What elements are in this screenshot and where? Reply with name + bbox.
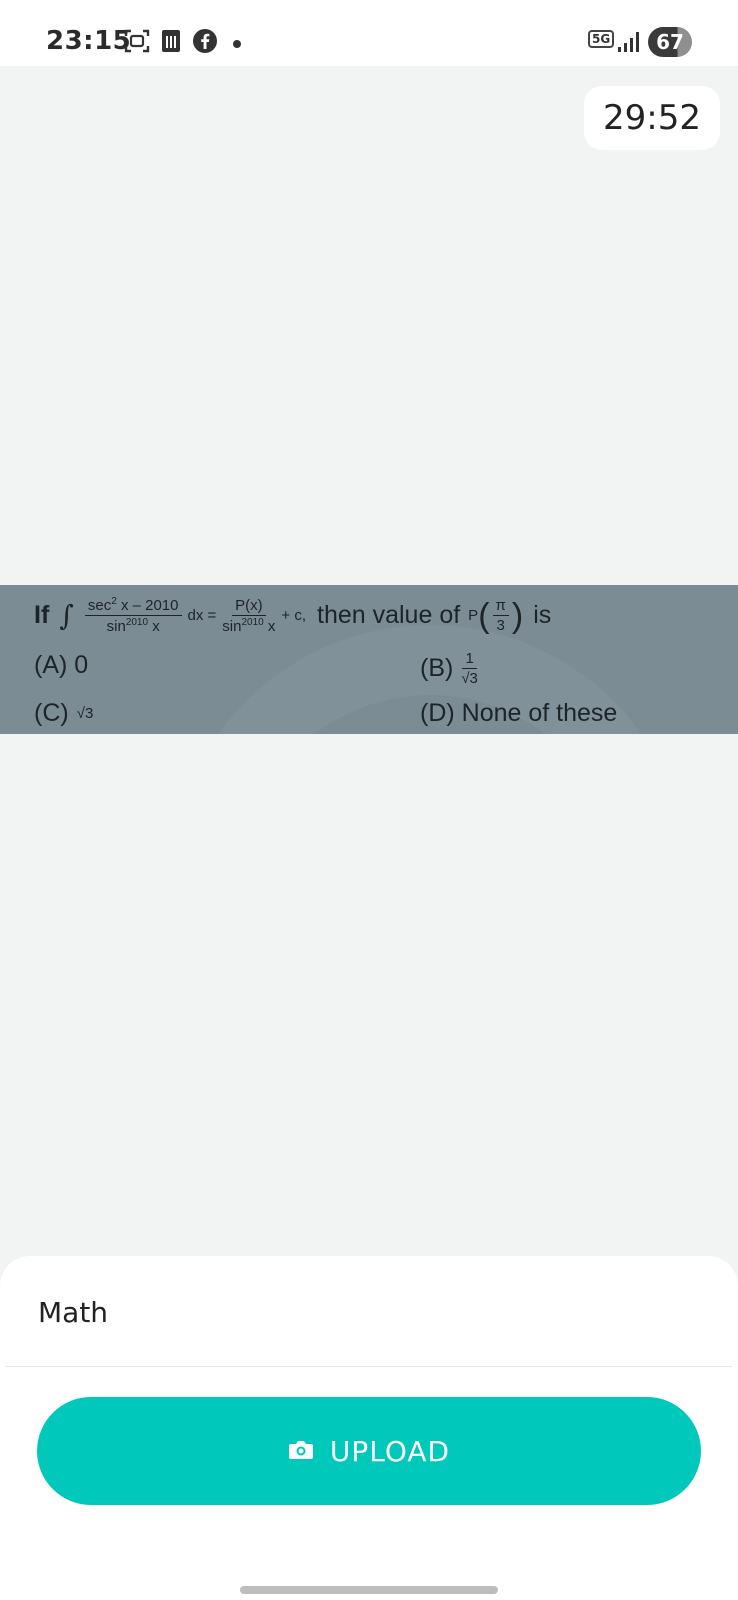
option-b-denominator: √3 <box>461 670 478 687</box>
countdown-timer: 29:52 <box>584 86 720 150</box>
option-c-value: √3 <box>76 705 94 722</box>
question-image: If ∫ sec2 x – 2010 sin2010 x dx = P(x) s… <box>0 585 738 734</box>
rhs-numerator: P(x) <box>232 598 266 616</box>
pi-label: π <box>492 598 509 616</box>
integral-sign: ∫ <box>59 599 74 632</box>
bottom-sheet: Math UPLOAD <box>0 1256 738 1600</box>
rhs-sin-text: sin <box>222 617 242 635</box>
question-text: If ∫ sec2 x – 2010 sin2010 x dx = P(x) s… <box>34 596 552 635</box>
option-b-label: (B) <box>420 654 454 682</box>
option-c-label: (C) <box>34 699 69 727</box>
upload-button[interactable]: UPLOAD <box>37 1397 701 1505</box>
option-b: (B) 1 √3 <box>420 651 481 686</box>
battery-icon: 67 <box>648 27 692 57</box>
option-b-fraction: 1 √3 <box>461 651 478 686</box>
option-d: (D) None of these <box>420 699 618 727</box>
signal-icon <box>616 30 640 54</box>
home-indicator[interactable] <box>240 1586 498 1594</box>
option-c: (C) √3 <box>34 699 93 728</box>
three-label: 3 <box>496 617 505 634</box>
integrand-fraction: sec2 x – 2010 sin2010 x <box>84 597 182 635</box>
screenshot-icon <box>124 28 150 54</box>
sim-card-icon <box>158 28 184 54</box>
network-type-label: 5G <box>588 30 615 48</box>
rhs-sin-exponent: 2010 <box>241 616 264 628</box>
question-if: If <box>34 601 50 629</box>
numerator-rest: x – 2010 <box>116 597 179 614</box>
status-time: 23:15 <box>46 26 132 56</box>
dx-equals: dx = <box>187 607 217 624</box>
is-text: is <box>533 601 552 629</box>
divider <box>6 1366 732 1367</box>
rhs-denominator-x: x <box>263 617 276 635</box>
sin-text: sin <box>106 618 126 635</box>
status-bar: 23:15 5G 67 <box>0 0 738 66</box>
notification-dot-icon <box>233 40 241 48</box>
camera-icon <box>288 1435 314 1468</box>
subject-label[interactable]: Math <box>38 1296 108 1329</box>
option-a: (A) 0 <box>34 651 89 679</box>
option-b-numerator: 1 <box>462 651 477 669</box>
upload-label: UPLOAD <box>329 1434 451 1468</box>
sin-exponent: 2010 <box>125 617 149 628</box>
rhs-fraction: P(x) sin2010 x <box>222 598 275 634</box>
facebook-icon <box>192 28 218 54</box>
plus-c: + c, <box>281 607 306 624</box>
p-of-pi-over-3: P ( π 3 ) <box>468 596 524 635</box>
p-label: P <box>468 607 479 624</box>
denominator-x: x <box>148 618 160 635</box>
sec-text: sec <box>87 597 112 614</box>
then-value-text: then value of <box>317 601 461 629</box>
